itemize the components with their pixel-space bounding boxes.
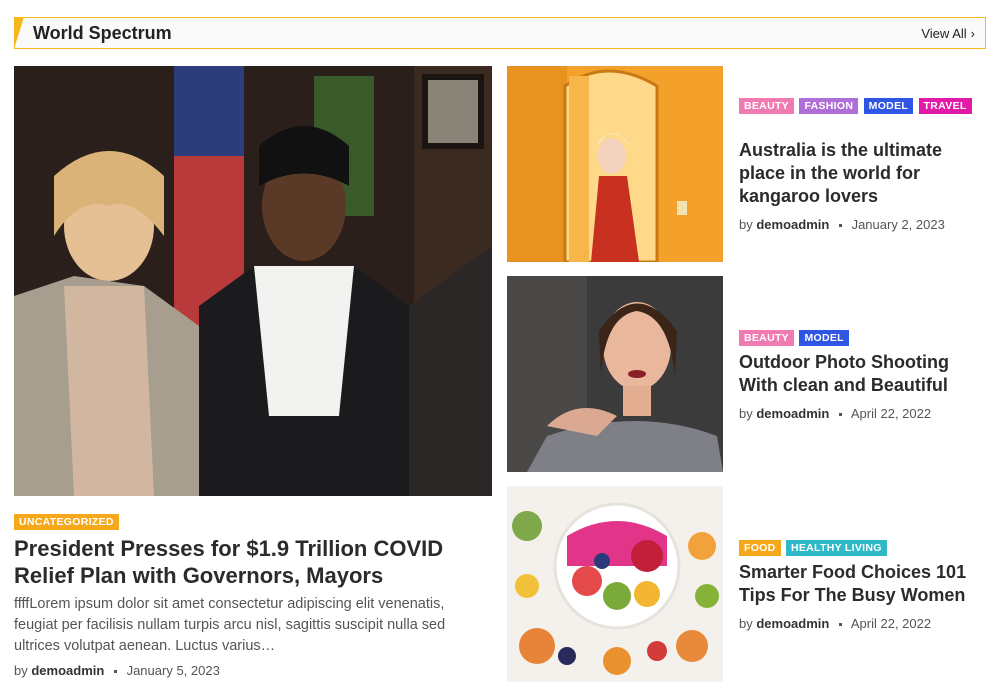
category-badge-model[interactable]: MODEL bbox=[863, 98, 914, 114]
meta-author[interactable]: demoadmin bbox=[756, 616, 829, 631]
view-all-link[interactable]: View All › bbox=[921, 26, 975, 41]
side-post-2-meta: by demoadmin April 22, 2022 bbox=[739, 406, 931, 421]
side-post-3-categories: FOOD HEALTHY LIVING bbox=[739, 538, 989, 559]
meta-date[interactable]: April 22, 2022 bbox=[851, 616, 931, 631]
side-post-3-meta: by demoadmin April 22, 2022 bbox=[739, 616, 931, 631]
meta-separator bbox=[113, 670, 117, 674]
side-post-2-image[interactable] bbox=[507, 276, 723, 472]
meta-separator bbox=[838, 224, 842, 228]
side-post-3-title[interactable]: Smarter Food Choices 101 Tips For The Bu… bbox=[739, 561, 984, 607]
side-post-1-meta: by demoadmin January 2, 2023 bbox=[739, 217, 945, 232]
side-post-2-categories: BEAUTY MODEL bbox=[739, 328, 989, 349]
meta-by: by bbox=[739, 406, 753, 421]
section-header: World Spectrum View All › bbox=[14, 17, 986, 49]
side-post-1-image[interactable] bbox=[507, 66, 723, 262]
header-accent bbox=[14, 17, 24, 49]
category-badge-model[interactable]: MODEL bbox=[799, 330, 849, 346]
main-post-title[interactable]: President Presses for $1.9 Trillion COVI… bbox=[14, 535, 484, 589]
meta-author[interactable]: demoadmin bbox=[756, 217, 829, 232]
meta-date[interactable]: April 22, 2022 bbox=[851, 406, 931, 421]
meta-by: by bbox=[739, 616, 753, 631]
view-all-label: View All bbox=[921, 26, 967, 41]
meta-author[interactable]: demoadmin bbox=[31, 663, 104, 678]
side-post-2-title[interactable]: Outdoor Photo Shooting With clean and Be… bbox=[739, 351, 984, 397]
main-post-meta: by demoadmin January 5, 2023 bbox=[14, 663, 220, 678]
section-title: World Spectrum bbox=[33, 23, 172, 43]
main-post-categories: UNCATEGORIZED bbox=[14, 512, 120, 533]
side-post-3-image[interactable] bbox=[507, 486, 723, 682]
category-badge-beauty[interactable]: BEAUTY bbox=[739, 98, 794, 114]
meta-by: by bbox=[14, 663, 28, 678]
category-badge-food[interactable]: FOOD bbox=[739, 540, 781, 556]
meta-separator bbox=[838, 623, 842, 627]
main-post-image[interactable] bbox=[14, 66, 492, 496]
meta-separator bbox=[838, 413, 842, 417]
meta-date[interactable]: January 5, 2023 bbox=[127, 663, 220, 678]
category-badge-uncategorized[interactable]: UNCATEGORIZED bbox=[14, 514, 119, 530]
main-post-excerpt: ffffLorem ipsum dolor sit amet consectet… bbox=[14, 596, 446, 654]
meta-date[interactable]: January 2, 2023 bbox=[852, 217, 945, 232]
category-badge-beauty[interactable]: BEAUTY bbox=[739, 330, 794, 346]
meta-by: by bbox=[739, 217, 753, 232]
category-badge-healthy-living[interactable]: HEALTHY LIVING bbox=[785, 540, 887, 556]
category-badge-travel[interactable]: TRAVEL bbox=[918, 98, 972, 114]
side-post-1-categories: BEAUTY FASHION MODEL TRAVEL bbox=[739, 96, 989, 117]
chevron-right-icon: › bbox=[970, 26, 975, 41]
category-badge-fashion[interactable]: FASHION bbox=[799, 98, 859, 114]
meta-author[interactable]: demoadmin bbox=[756, 406, 829, 421]
side-post-1-title[interactable]: Australia is the ultimate place in the w… bbox=[739, 139, 984, 208]
